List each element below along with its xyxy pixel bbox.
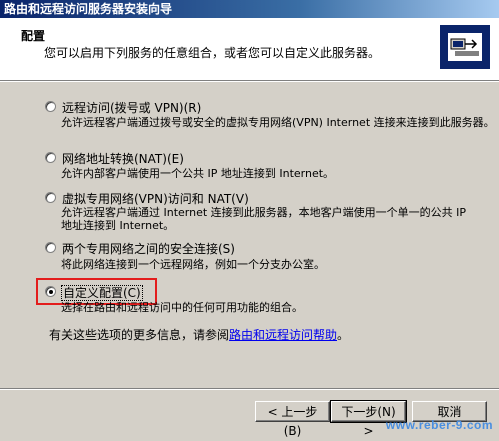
page-subtitle: 您可以启用下列服务的任意组合，或者您可以自定义此服务器。	[44, 46, 381, 60]
network-server-icon	[440, 25, 490, 69]
window-title: 路由和远程访问服务器安装向导	[0, 0, 499, 18]
header-divider	[0, 81, 499, 82]
focus-label: 自定义配置(C)	[61, 285, 143, 301]
radio-secure-connection[interactable]	[45, 242, 56, 253]
back-button[interactable]: < 上一步(B)	[255, 401, 330, 438]
page-title: 配置	[21, 29, 46, 43]
radio-custom-config[interactable]	[45, 286, 56, 297]
option-secure-connection-label[interactable]: 两个专用网络之间的安全连接(S)	[62, 240, 235, 257]
option-vpn-nat-label[interactable]: 虚拟专用网络(VPN)访问和 NAT(V)	[62, 190, 249, 207]
more-info: 有关这些选项的更多信息，请参阅路由和远程访问帮助。	[49, 326, 349, 343]
help-link[interactable]: 路由和远程访问帮助	[229, 328, 337, 342]
option-custom-config-label[interactable]: 自定义配置(C)	[61, 284, 143, 301]
radio-nat[interactable]	[45, 152, 56, 163]
footer-divider-highlight	[0, 389, 499, 390]
radio-vpn-nat[interactable]	[45, 192, 56, 203]
option-custom-config-desc: 选择在路由和远程访问中的任何可用功能的组合。	[61, 301, 303, 314]
wizard-header: 配置 您可以启用下列服务的任意组合，或者您可以自定义此服务器。	[0, 18, 499, 81]
option-secure-connection-desc: 将此网络连接到一个远程网络，例如一个分支办公室。	[61, 258, 325, 271]
option-remote-access-label[interactable]: 远程访问(拨号或 VPN)(R)	[62, 99, 201, 116]
radio-remote-access[interactable]	[45, 101, 56, 112]
option-nat-label[interactable]: 网络地址转换(NAT)(E)	[62, 150, 184, 167]
option-remote-access-desc: 允许远程客户端通过拨号或安全的虚拟专用网络(VPN) Internet 连接来连…	[61, 116, 495, 129]
more-info-text: 有关这些选项的更多信息，请参阅	[49, 328, 230, 342]
option-vpn-nat-desc: 允许远程客户端通过 Internet 连接到此服务器，本地客户端使用一个单一的公…	[61, 206, 467, 232]
option-nat-desc: 允许内部客户端使用一个公共 IP 地址连接到 Internet。	[61, 167, 335, 180]
more-info-suffix: 。	[337, 328, 350, 342]
watermark: www.reber-9.com	[385, 418, 493, 432]
